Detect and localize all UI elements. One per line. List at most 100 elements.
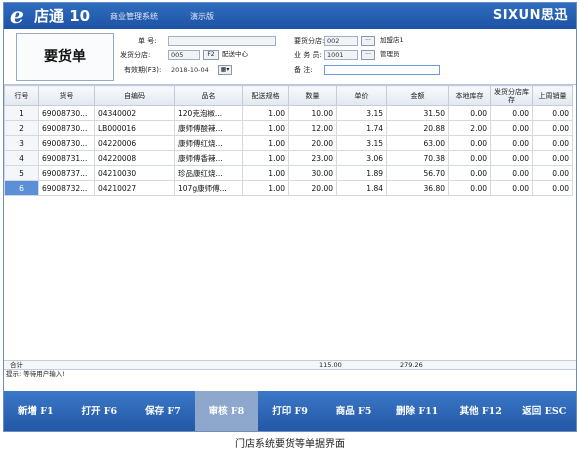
table-cell[interactable]: 0.00: [490, 150, 533, 166]
table-cell[interactable]: 69008730...: [38, 120, 95, 136]
table-cell[interactable]: 0.00: [448, 150, 491, 166]
row-number-cell[interactable]: 1: [4, 105, 39, 121]
table-cell[interactable]: 04340002: [94, 105, 175, 121]
table-cell[interactable]: 1.00: [242, 180, 289, 196]
table-cell[interactable]: 3.15: [336, 135, 387, 151]
table-cell[interactable]: 12.00: [288, 120, 337, 136]
table-cell[interactable]: 10.00: [288, 105, 337, 121]
column-header[interactable]: 发货分店库存: [490, 85, 533, 106]
table-cell[interactable]: 69008730...: [38, 135, 95, 151]
table-cell[interactable]: 1.00: [242, 150, 289, 166]
table-row[interactable]: 2 69008730... LB000016 康师傅酸辣... 1.00 12.00 1.7…: [4, 120, 573, 136]
table-cell[interactable]: 1.74: [336, 120, 387, 136]
action-button[interactable]: 商品 F5: [322, 391, 386, 431]
table-cell[interactable]: 56.70: [386, 165, 449, 181]
column-header[interactable]: 上周销量: [532, 85, 573, 106]
table-cell[interactable]: 0.00: [490, 180, 533, 196]
action-button[interactable]: 打印 F9: [258, 391, 322, 431]
table-cell[interactable]: 36.80: [386, 180, 449, 196]
column-header[interactable]: 行号: [4, 85, 39, 106]
table-cell[interactable]: 康师傅酸辣...: [174, 120, 243, 136]
row-number-cell[interactable]: 6: [4, 180, 39, 196]
action-button[interactable]: 新增 F1: [4, 391, 68, 431]
calendar-dropdown-icon[interactable]: ▦▾: [218, 65, 232, 75]
action-button[interactable]: 返回 ESC: [513, 391, 577, 431]
table-cell[interactable]: 20.88: [386, 120, 449, 136]
table-cell[interactable]: 0.00: [532, 150, 573, 166]
table-cell[interactable]: 0.00: [490, 120, 533, 136]
table-cell[interactable]: 31.50: [386, 105, 449, 121]
table-cell[interactable]: 0.00: [490, 165, 533, 181]
table-cell[interactable]: 1.00: [242, 105, 289, 121]
table-row[interactable]: 1 69008730... 04340002 120克泡椒... 1.00 10.00 3.…: [4, 105, 573, 121]
table-cell[interactable]: 30.00: [288, 165, 337, 181]
table-cell[interactable]: 1.89: [336, 165, 387, 181]
table-cell[interactable]: 69008731...: [38, 150, 95, 166]
table-cell[interactable]: 0.00: [532, 180, 573, 196]
column-header[interactable]: 数量: [288, 85, 337, 106]
table-cell[interactable]: 0.00: [490, 105, 533, 121]
row-number-cell[interactable]: 5: [4, 165, 39, 181]
table-row[interactable]: 6 69008732... 04210027 107g康师傅... 1.00 20.00 1…: [4, 180, 573, 196]
table-cell[interactable]: 1.00: [242, 165, 289, 181]
table-row[interactable]: 5 69008737... 04210030 珍品康红烧... 1.00 30.00 1.8…: [4, 165, 573, 181]
row-number-cell[interactable]: 2: [4, 120, 39, 136]
clerk-lookup-button[interactable]: ···: [361, 50, 375, 60]
table-cell[interactable]: 04210030: [94, 165, 175, 181]
table-cell[interactable]: 1.84: [336, 180, 387, 196]
table-cell[interactable]: 1.00: [242, 120, 289, 136]
table-cell[interactable]: 120克泡椒...: [174, 105, 243, 121]
request-branch-lookup-button[interactable]: ···: [361, 36, 375, 46]
doc-no-field[interactable]: [168, 36, 276, 46]
row-number-cell[interactable]: 4: [4, 150, 39, 166]
table-cell[interactable]: 0.00: [448, 105, 491, 121]
table-cell[interactable]: 康师傅香辣...: [174, 150, 243, 166]
table-cell[interactable]: 2.00: [448, 120, 491, 136]
action-button[interactable]: 打开 F6: [68, 391, 132, 431]
table-cell[interactable]: 23.00: [288, 150, 337, 166]
column-header[interactable]: 本地库存: [448, 85, 491, 106]
table-cell[interactable]: 0.00: [448, 135, 491, 151]
action-button[interactable]: 审核 F8: [194, 391, 259, 431]
ship-branch-code-field[interactable]: 005: [168, 50, 200, 60]
column-header[interactable]: 单价: [336, 85, 387, 106]
column-header[interactable]: 货号: [38, 85, 95, 106]
clerk-code-field[interactable]: 1001: [324, 50, 358, 60]
table-cell[interactable]: 69008737...: [38, 165, 95, 181]
table-cell[interactable]: 0.00: [532, 135, 573, 151]
ship-branch-lookup-button[interactable]: F2: [203, 50, 219, 60]
table-cell[interactable]: 107g康师傅...: [174, 180, 243, 196]
table-cell[interactable]: 0.00: [532, 105, 573, 121]
action-button[interactable]: 删除 F11: [385, 391, 449, 431]
table-cell[interactable]: 0.00: [448, 165, 491, 181]
valid-date-field[interactable]: 2018-10-04: [168, 65, 214, 75]
table-cell[interactable]: 珍品康红烧...: [174, 165, 243, 181]
table-cell[interactable]: 康师傅红烧...: [174, 135, 243, 151]
table-cell[interactable]: 0.00: [532, 165, 573, 181]
column-header[interactable]: 自编码: [94, 85, 175, 106]
table-row[interactable]: 3 69008730... 04220006 康师傅红烧... 1.00 20.00 3.1…: [4, 135, 573, 151]
row-number-cell[interactable]: 3: [4, 135, 39, 151]
table-cell[interactable]: 0.00: [448, 180, 491, 196]
table-row[interactable]: 4 69008731... 04220008 康师傅香辣... 1.00 23.00 3.0…: [4, 150, 573, 166]
action-button[interactable]: 保存 F7: [131, 391, 195, 431]
table-cell[interactable]: LB000016: [94, 120, 175, 136]
table-cell[interactable]: 69008732...: [38, 180, 95, 196]
table-cell[interactable]: 04220008: [94, 150, 175, 166]
table-cell[interactable]: 0.00: [490, 135, 533, 151]
table-cell[interactable]: 20.00: [288, 135, 337, 151]
table-cell[interactable]: 04210027: [94, 180, 175, 196]
table-cell[interactable]: 69008730...: [38, 105, 95, 121]
column-header[interactable]: 金额: [386, 85, 449, 106]
table-cell[interactable]: 1.00: [242, 135, 289, 151]
table-cell[interactable]: 63.00: [386, 135, 449, 151]
table-cell[interactable]: 70.38: [386, 150, 449, 166]
table-cell[interactable]: 3.06: [336, 150, 387, 166]
table-cell[interactable]: 3.15: [336, 105, 387, 121]
request-branch-code-field[interactable]: 002: [324, 36, 358, 46]
table-cell[interactable]: 04220006: [94, 135, 175, 151]
table-cell[interactable]: 0.00: [532, 120, 573, 136]
remark-field[interactable]: [324, 65, 440, 75]
column-header[interactable]: 品名: [174, 85, 243, 106]
action-button[interactable]: 其他 F12: [449, 391, 513, 431]
